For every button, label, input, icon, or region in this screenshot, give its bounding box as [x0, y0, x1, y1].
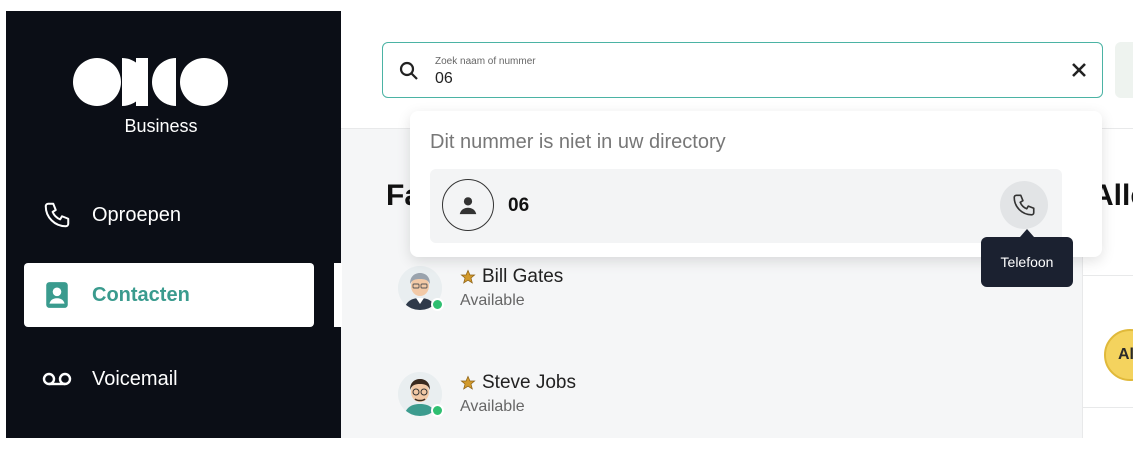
app-window: Business Oproepen Contacten Voicemail Zo… — [6, 11, 1133, 438]
sidebar: Business Oproepen Contacten Voicemail — [6, 11, 341, 438]
odido-logo — [73, 58, 228, 106]
close-icon[interactable] — [1068, 59, 1090, 81]
list-item[interactable]: Bill Gates Available — [398, 266, 798, 326]
sidebar-item-oproepen[interactable]: Oproepen — [24, 183, 314, 247]
phone-icon — [1013, 194, 1035, 216]
divider — [1083, 275, 1133, 276]
sidebar-item-voicemail[interactable]: Voicemail — [24, 347, 314, 411]
person-icon — [442, 179, 494, 231]
search-result-row[interactable]: 06 — [430, 169, 1062, 243]
divider — [1083, 407, 1133, 408]
voicemail-icon — [40, 362, 74, 396]
sidebar-item-label: Voicemail — [92, 367, 178, 390]
contacts-icon — [40, 278, 74, 312]
online-status-dot — [431, 404, 444, 417]
call-tooltip: Telefoon — [981, 229, 1073, 287]
phone-icon — [40, 198, 74, 232]
sidebar-item-contacten[interactable]: Contacten — [24, 263, 314, 327]
result-number: 06 — [508, 195, 530, 216]
no-directory-hint: Dit nummer is niet in uw directory — [430, 131, 726, 153]
active-item-connector — [334, 263, 342, 327]
avatar-initials: Al — [1118, 346, 1133, 363]
contact-name: Bill Gates — [482, 266, 564, 287]
search-label: Zoek naam of nummer — [435, 56, 536, 67]
call-button[interactable] — [1000, 181, 1048, 229]
list-item[interactable]: Steve Jobs Available — [398, 372, 798, 432]
sidebar-item-label: Contacten — [92, 283, 190, 306]
sidebar-item-label: Oproepen — [92, 203, 181, 226]
brand-subtitle: Business — [124, 116, 198, 136]
contact-status: Available — [460, 398, 525, 415]
top-right-button[interactable] — [1115, 42, 1133, 98]
search-box[interactable]: Zoek naam of nummer — [382, 42, 1103, 98]
search-icon — [399, 61, 418, 80]
contact-status: Available — [460, 292, 525, 309]
search-results-dropdown: Dit nummer is niet in uw directory 06 — [410, 111, 1102, 257]
star-icon[interactable] — [460, 269, 476, 285]
search-input[interactable] — [435, 68, 1015, 90]
online-status-dot — [431, 298, 444, 311]
contact-name: Steve Jobs — [482, 372, 576, 393]
star-icon[interactable] — [460, 375, 476, 391]
